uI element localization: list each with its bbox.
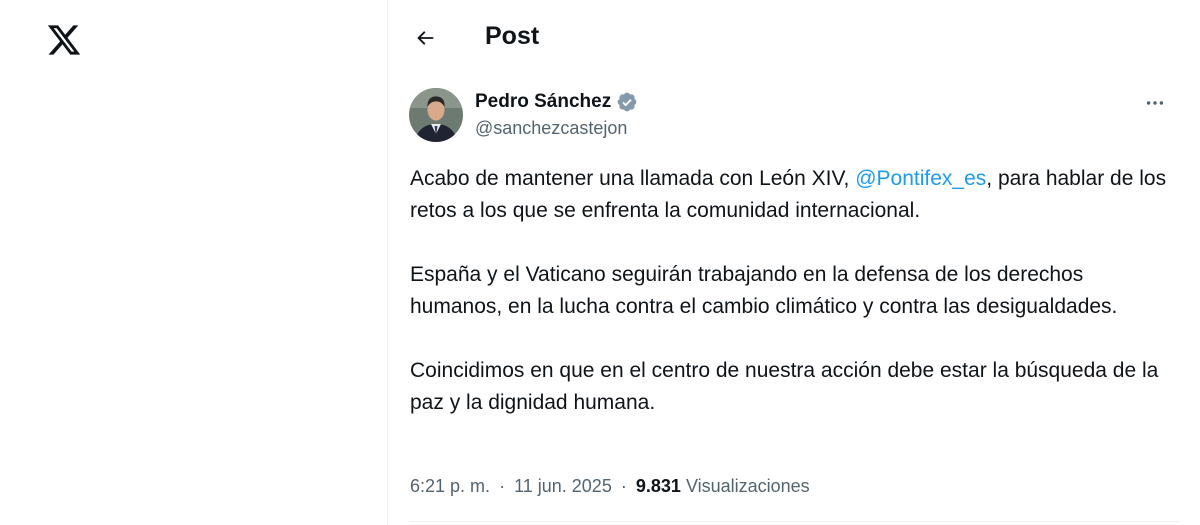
views-label: Visualizaciones [685, 476, 810, 496]
x-logo-icon[interactable] [44, 20, 84, 60]
tweet-paragraph-1: Acabo de mantener una llamada con León X… [410, 163, 1180, 227]
more-icon[interactable] [1137, 88, 1173, 118]
post-detail: Post Pedro Sánchez @sanchezcastejon Acab… [389, 0, 1189, 525]
mention-link[interactable]: @Pontifex_es [855, 167, 986, 190]
post-date[interactable]: 11 jun. 2025 [514, 476, 612, 496]
post-metadata: 6:21 p. m. · 11 jun. 2025 · 9.831 Visual… [410, 476, 810, 497]
tweet-paragraph-3: Coincidimos en que en el centro de nuest… [410, 359, 1159, 414]
meta-separator: · [499, 476, 506, 496]
author-name-text: Pedro Sánchez [475, 91, 612, 112]
tweet-text-segment: Acabo de mantener una llamada con León X… [410, 167, 856, 190]
tweet-text: Acabo de mantener una llamada con León X… [410, 163, 1180, 419]
divider [410, 521, 1180, 522]
page-title: Post [485, 22, 540, 50]
post-header: Post [389, 0, 1189, 76]
tweet-paragraph-2: España y el Vaticano seguirán trabajando… [410, 263, 1118, 318]
verified-badge-icon[interactable] [616, 91, 638, 113]
left-navigation [0, 0, 388, 525]
views-count: 9.831 [635, 476, 681, 496]
author-handle[interactable]: @sanchezcastejon [475, 118, 627, 139]
meta-separator: · [620, 476, 627, 496]
author-name[interactable]: Pedro Sánchez [475, 91, 638, 113]
avatar[interactable] [409, 88, 463, 142]
back-arrow-icon[interactable] [407, 20, 443, 56]
post-time[interactable]: 6:21 p. m. [410, 476, 490, 496]
